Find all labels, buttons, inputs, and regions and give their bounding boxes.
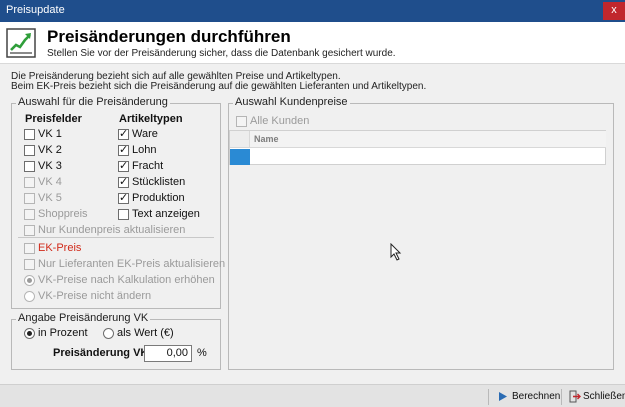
radio-dot — [27, 278, 32, 283]
page-title: Preisänderungen durchführen — [47, 27, 291, 46]
toolbar-separator — [488, 389, 489, 405]
label-lohn: Lohn — [132, 144, 157, 156]
label-alle-kunden: Alle Kunden — [250, 115, 310, 127]
label-vk5: VK 5 — [38, 192, 62, 204]
chart-trend-icon — [6, 28, 36, 58]
radio-dot — [27, 331, 32, 336]
checkbox-text-anzeigen[interactable] — [118, 209, 129, 220]
group-title: Angabe Preisänderung VK — [16, 312, 151, 324]
preisfelder-header: Preisfelder — [25, 113, 82, 125]
radio-in-prozent[interactable] — [24, 328, 35, 339]
label-ware: Ware — [132, 128, 158, 140]
row-selector[interactable] — [230, 149, 250, 165]
checkmark-icon: ✓ — [119, 160, 129, 172]
title-bar: Preisupdate x — [0, 0, 625, 22]
window-title: Preisupdate — [6, 4, 65, 16]
close-button[interactable]: x — [603, 2, 625, 20]
checkbox-fracht[interactable]: ✓ — [118, 160, 129, 172]
column-header-name: Name — [254, 134, 279, 144]
checkmark-icon: ✓ — [119, 176, 129, 188]
label-text-anzeigen: Text anzeigen — [132, 208, 200, 220]
checkbox-lohn[interactable]: ✓ — [118, 144, 129, 156]
radio-vk-nicht-aendern[interactable] — [24, 291, 35, 302]
unit-percent: % — [197, 347, 207, 359]
label-produktion: Produktion — [132, 192, 185, 204]
label-vk3: VK 3 — [38, 160, 62, 172]
grid-header[interactable]: Name — [250, 131, 606, 148]
preisaenderung-vk-input[interactable]: 0,00 — [144, 345, 192, 362]
label-ek-preis: EK-Preis — [38, 242, 82, 254]
checkbox-nur-kundenpreis[interactable] — [24, 225, 35, 236]
label-als-wert: als Wert (€) — [117, 327, 174, 339]
checkmark-icon: ✓ — [119, 128, 129, 140]
checkbox-produktion[interactable]: ✓ — [118, 192, 129, 204]
checkbox-vk3[interactable] — [24, 161, 35, 172]
label-fracht: Fracht — [132, 160, 164, 172]
play-icon — [499, 392, 507, 401]
label-shoppreis: Shoppreis — [38, 208, 88, 220]
checkbox-ek-preis[interactable] — [24, 243, 35, 254]
kunden-grid[interactable]: Name — [229, 130, 606, 165]
checkbox-vk1[interactable] — [24, 129, 35, 140]
radio-vk-kalkulation[interactable] — [24, 275, 35, 286]
label-vk-kalkulation: VK-Preise nach Kalkulation erhöhen — [38, 274, 215, 286]
berechnen-button[interactable]: Berechnen — [492, 387, 560, 406]
radio-als-wert[interactable] — [103, 328, 114, 339]
info-line-2: Beim EK-Preis bezieht sich die Preisände… — [11, 81, 427, 92]
label-vk1: VK 1 — [38, 128, 62, 140]
checkbox-ware[interactable]: ✓ — [118, 128, 129, 140]
label-vk4: VK 4 — [38, 176, 62, 188]
label-vk2: VK 2 — [38, 144, 62, 156]
grid-corner — [230, 131, 250, 148]
footer-toolbar: Berechnen Schließen — [0, 384, 625, 407]
divider — [18, 237, 214, 238]
checkmark-icon: ✓ — [119, 192, 129, 204]
page-subtitle: Stellen Sie vor der Preisänderung sicher… — [47, 48, 396, 59]
label-nur-lieferanten: Nur Lieferanten EK-Preis aktualisieren — [38, 258, 226, 270]
checkbox-vk2[interactable] — [24, 145, 35, 156]
label-preisaenderung-vk: Preisänderung VK: — [53, 347, 153, 359]
label-stuecklisten: Stücklisten — [132, 176, 186, 188]
artikeltypen-header: Artikeltypen — [119, 113, 183, 125]
toolbar-separator — [561, 389, 562, 405]
exit-door-icon — [569, 390, 581, 403]
checkbox-stuecklisten[interactable]: ✓ — [118, 176, 129, 188]
mouse-cursor-icon — [390, 243, 402, 261]
checkbox-vk4[interactable] — [24, 177, 35, 188]
schliessen-button[interactable]: Schließen — [563, 387, 625, 406]
label-in-prozent: in Prozent — [38, 327, 88, 339]
checkbox-shoppreis[interactable] — [24, 209, 35, 220]
checkbox-vk5[interactable] — [24, 193, 35, 204]
group-title: Auswahl Kundenpreise — [233, 96, 350, 108]
dialog-header: Preisänderungen durchführen Stellen Sie … — [0, 22, 625, 64]
label-nur-kundenpreis: Nur Kundenpreis aktualisieren — [38, 224, 186, 236]
checkbox-nur-lieferanten[interactable] — [24, 259, 35, 270]
checkbox-alle-kunden[interactable] — [236, 116, 247, 127]
group-title: Auswahl für die Preisänderung — [16, 96, 170, 108]
checkmark-icon: ✓ — [119, 144, 129, 156]
label-vk-nicht-aendern: VK-Preise nicht ändern — [38, 290, 152, 302]
